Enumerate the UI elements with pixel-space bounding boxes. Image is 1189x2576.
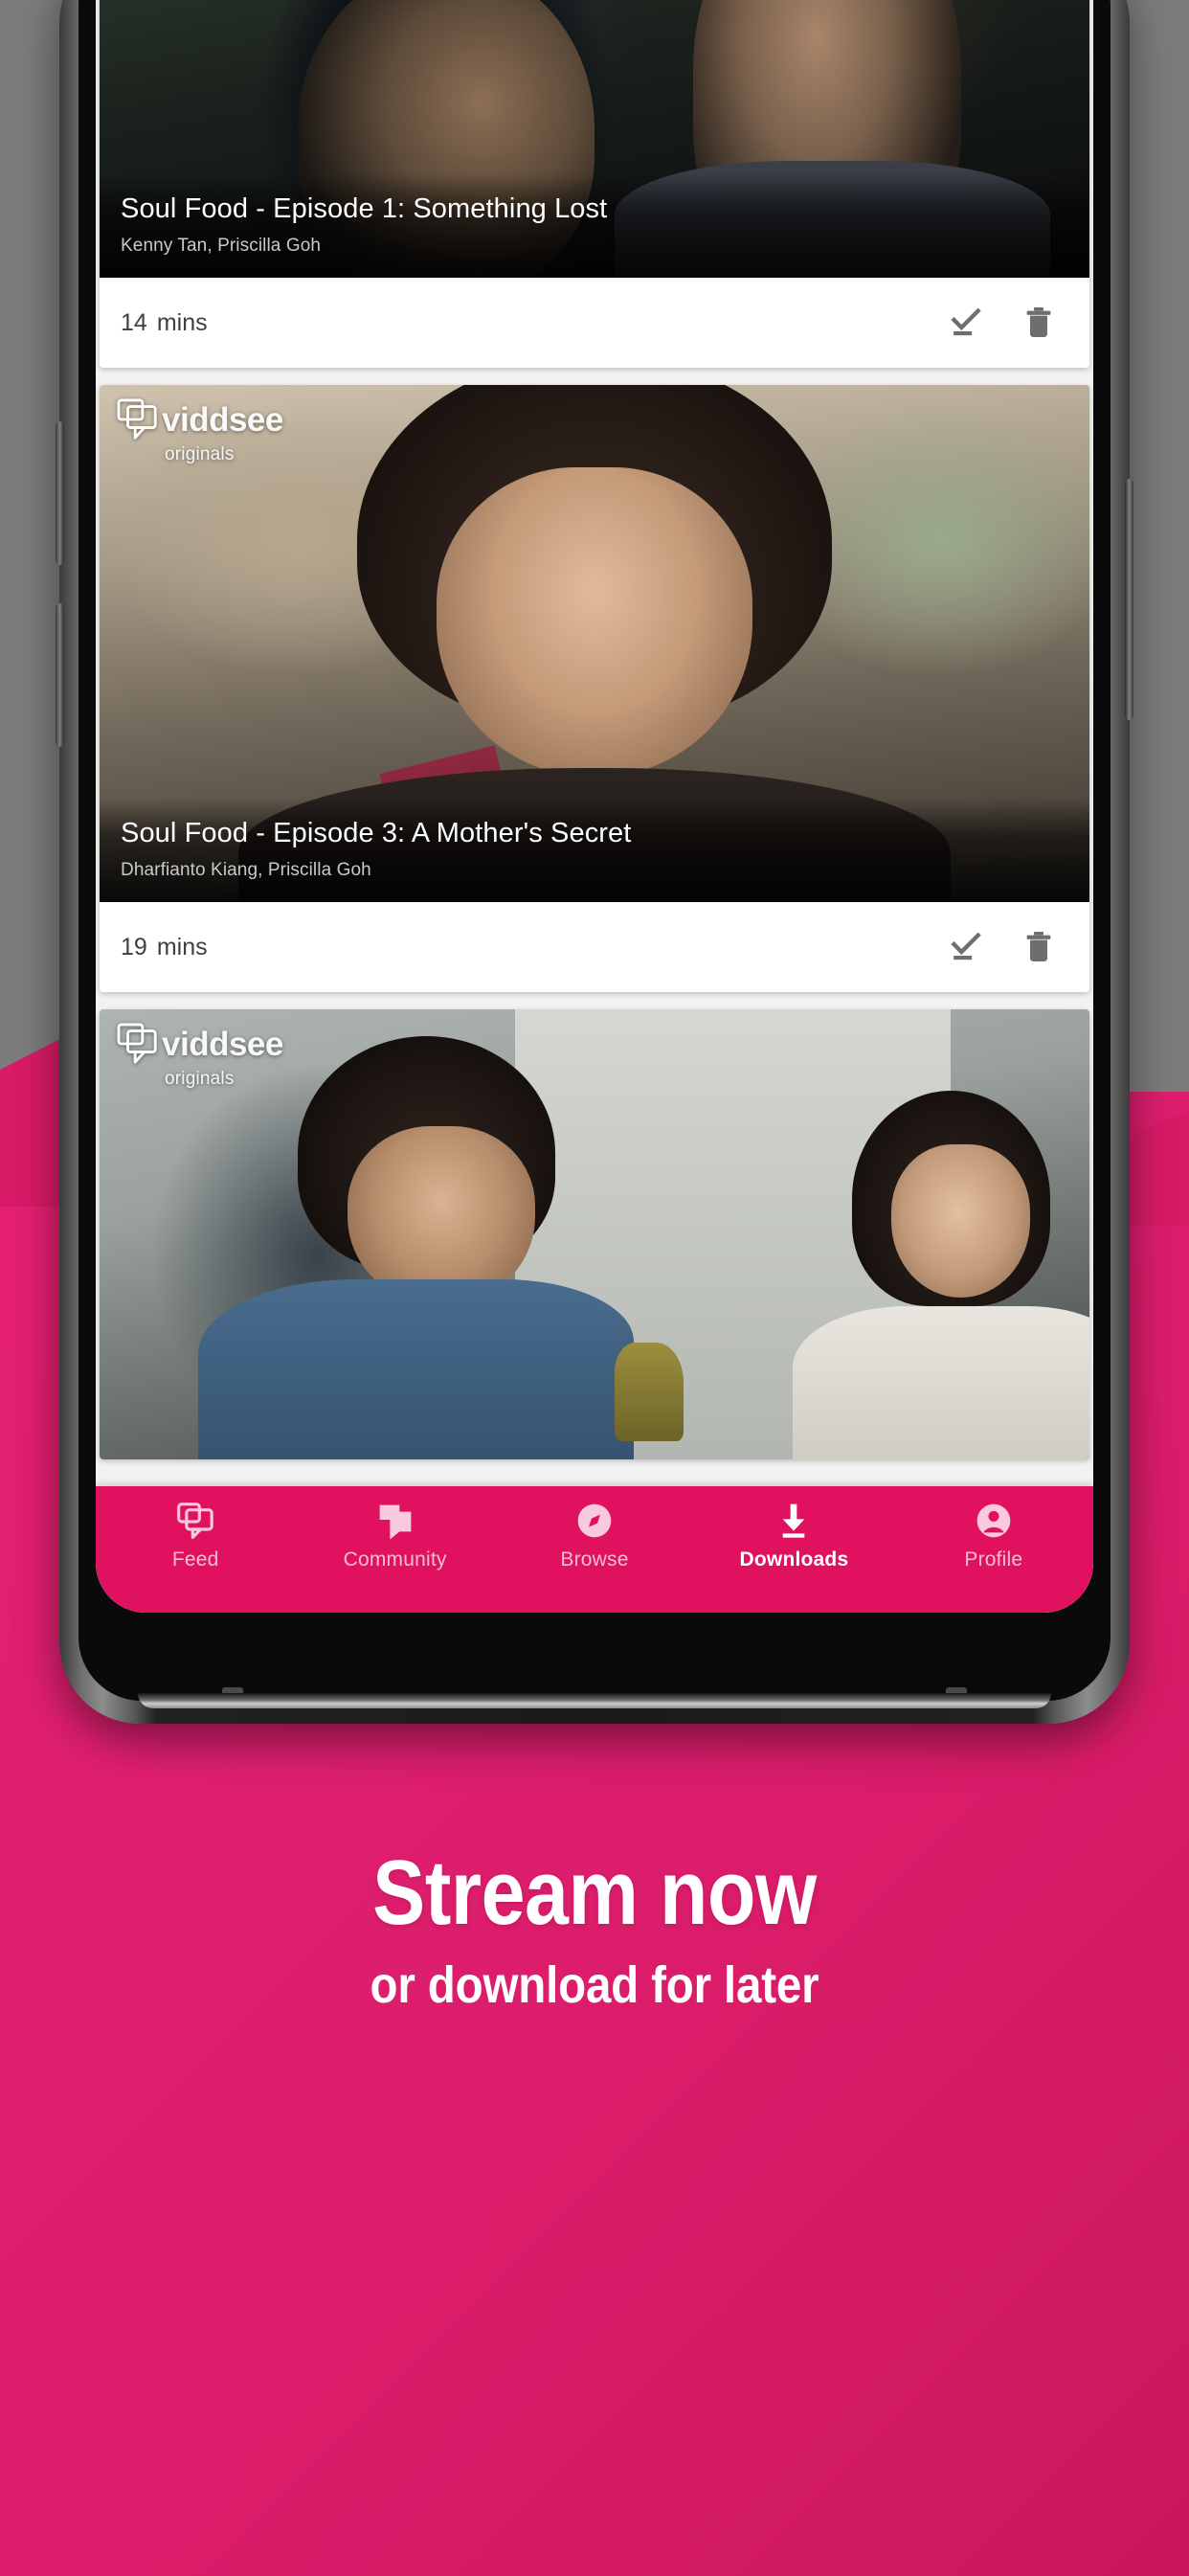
delete-button[interactable] [1013,297,1065,349]
download-done-icon [951,932,981,960]
delete-button[interactable] [1013,921,1065,973]
nav-item-downloads[interactable]: Downloads [694,1502,893,1571]
feed-bubble-icon [177,1503,213,1539]
thumbnail-caption: Soul Food - Episode 3: A Mother's Secret… [100,797,1089,902]
download-done-button[interactable] [940,297,992,349]
duration: 19 mins [121,934,208,961]
phone-mockup: viddsee originals Soul Food - Episode 1:… [56,0,1133,1724]
nav-item-profile[interactable]: Profile [894,1502,1093,1571]
download-done-icon [951,307,981,336]
duration-unit: mins [156,933,208,960]
card-footer: 19 mins [100,902,1089,992]
nav-label: Community [343,1548,447,1570]
video-thumbnail[interactable]: viddsee originals Soul Food - Episode 1:… [100,0,1089,278]
person-circle-icon [976,1503,1011,1538]
subheadline: or download for later [370,1955,819,2014]
thumbnail-caption: Soul Food - Episode 1: Something Lost Ke… [100,172,1089,278]
nav-item-browse[interactable]: Browse [495,1502,694,1571]
marketing-copy: Stream now or download for later [0,1846,1189,2015]
volume-down-button[interactable] [56,603,64,747]
phone-chin [138,1693,1051,1708]
phone-screen: viddsee originals Soul Food - Episode 1:… [96,0,1093,1613]
trash-icon [1026,932,1051,961]
duration-value: 14 [121,308,147,336]
download-done-button[interactable] [940,921,992,973]
nav-item-feed[interactable]: Feed [96,1502,295,1571]
video-thumbnail[interactable]: viddsee originals Soul Food - Episode 3:… [100,385,1089,902]
thumbnail-image [100,1009,1089,1459]
nav-label: Downloads [739,1548,849,1570]
nav-label: Profile [964,1548,1023,1570]
video-thumbnail[interactable]: viddsee originals [100,1009,1089,1459]
downloads-list[interactable]: viddsee originals Soul Food - Episode 1:… [96,0,1093,1613]
video-creators: Kenny Tan, Priscilla Goh [121,236,322,256]
poster-canvas: viddsee originals Soul Food - Episode 1:… [0,0,1189,2576]
volume-up-button[interactable] [56,421,64,565]
video-title: Soul Food - Episode 3: A Mother's Secret [121,817,632,848]
video-creators: Dharfianto Kiang, Priscilla Goh [121,860,371,880]
headline: Stream now [372,1842,817,1944]
community-chat-icon [379,1504,411,1540]
duration-value: 19 [121,933,147,960]
list-item[interactable]: viddsee originals [100,1009,1089,1459]
card-footer: 14 mins [100,278,1089,368]
duration-unit: mins [156,308,208,336]
download-arrow-icon [783,1503,805,1538]
list-item[interactable]: viddsee originals Soul Food - Episode 3:… [100,385,1089,992]
bottom-navigation[interactable]: Feed Community Browse Downloads Profile [96,1486,1093,1613]
list-item[interactable]: viddsee originals Soul Food - Episode 1:… [100,0,1089,368]
duration: 14 mins [121,309,208,337]
trash-icon [1026,307,1051,337]
video-title: Soul Food - Episode 1: Something Lost [121,192,608,224]
nav-label: Feed [171,1548,219,1570]
power-button[interactable] [1125,479,1133,720]
compass-icon [577,1503,612,1538]
nav-label: Browse [560,1548,629,1570]
nav-item-community[interactable]: Community [295,1502,494,1571]
